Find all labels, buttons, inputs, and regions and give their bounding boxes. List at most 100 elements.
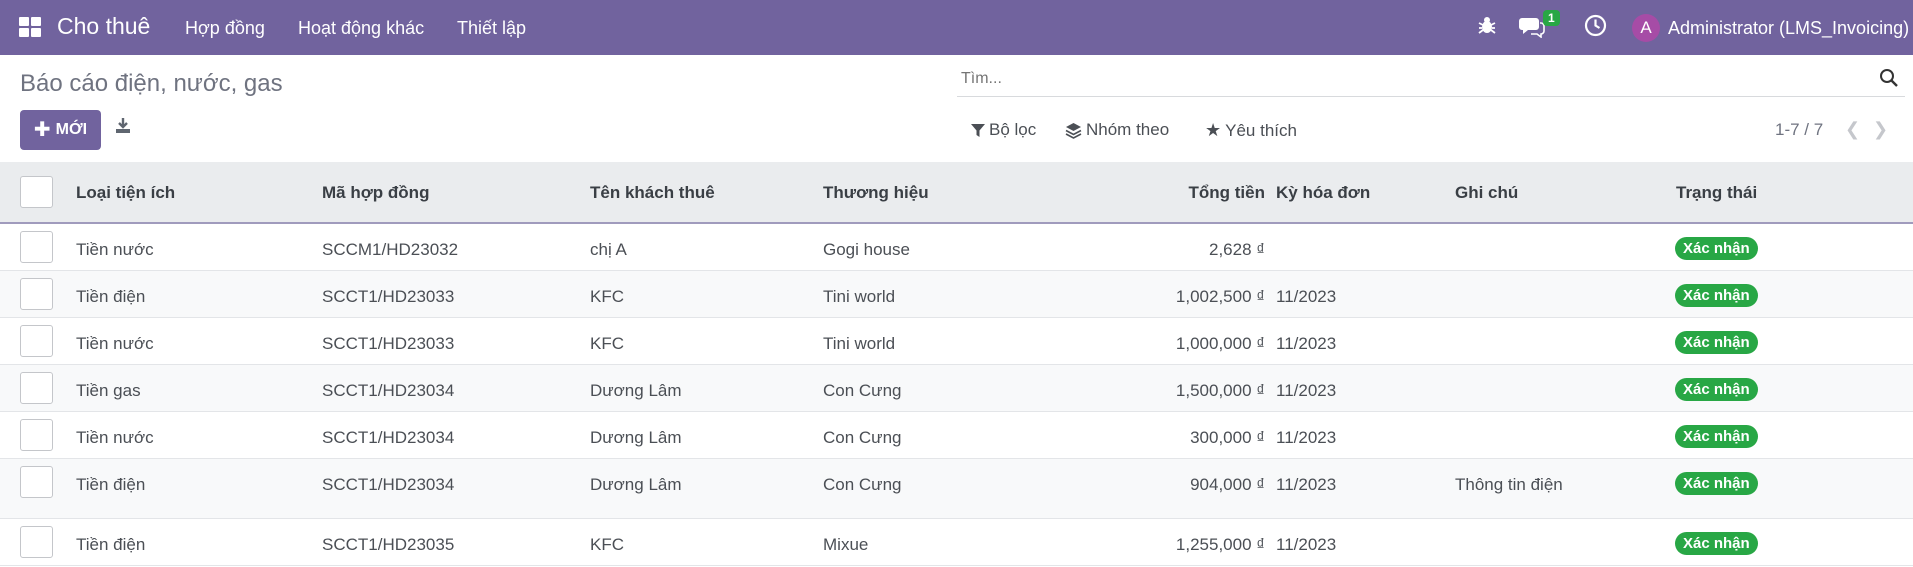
row-checkbox[interactable] bbox=[20, 372, 53, 404]
table-row[interactable]: Tiền điện SCCT1/HD23033 KFC Tini world 1,002… bbox=[0, 271, 1913, 318]
pager-value[interactable]: 1-7 / 7 bbox=[1775, 120, 1823, 140]
message-count-badge: 1 bbox=[1543, 10, 1560, 26]
favorites-label: Yêu thích bbox=[1225, 120, 1297, 140]
cell-loai-tien-ich: Tiền điện bbox=[76, 475, 146, 494]
apps-grid-icon[interactable] bbox=[19, 17, 41, 37]
search-icon[interactable] bbox=[1879, 68, 1899, 93]
cell-thuong-hieu: Tini world bbox=[823, 287, 896, 306]
group-by-label: Nhóm theo bbox=[1086, 120, 1170, 139]
cell-thuong-hieu: Con Cưng bbox=[823, 381, 902, 400]
cell-loai-tien-ich: Tiền điện bbox=[76, 535, 146, 554]
status-badge: Xác nhận bbox=[1675, 472, 1758, 495]
header-thuong-hieu[interactable]: Thương hiệu bbox=[823, 183, 929, 203]
cell-ten-khach-thue: Dương Lâm bbox=[590, 381, 682, 400]
cell-ma-hop-dong: SCCT1/HD23034 bbox=[322, 381, 455, 400]
table-row[interactable]: Tiền nước SCCT1/HD23033 KFC Tini world 1,000… bbox=[0, 318, 1913, 365]
cell-ky-hoa-don: 11/2023 bbox=[1276, 334, 1337, 353]
cell-loai-tien-ich: Tiền nước bbox=[76, 428, 154, 447]
favorites-button[interactable]: ★ Yêu thích bbox=[1205, 120, 1297, 141]
row-checkbox[interactable] bbox=[20, 419, 53, 451]
cell-loai-tien-ich: Tiền gas bbox=[76, 381, 141, 400]
row-checkbox[interactable] bbox=[20, 278, 53, 310]
cell-tong-tien: 904,000 ₫ bbox=[1190, 475, 1265, 494]
table-header: Loại tiện ích Mã hợp đồng Tên khách thuê… bbox=[0, 162, 1913, 224]
cell-thuong-hieu: Con Cưng bbox=[823, 475, 902, 494]
table-row[interactable]: Tiền nước SCCT1/HD23034 Dương Lâm Con Cưng 3… bbox=[0, 412, 1913, 459]
star-icon: ★ bbox=[1205, 120, 1222, 140]
page-title: Báo cáo điện, nước, gas bbox=[20, 70, 283, 97]
cell-ky-hoa-don: 11/2023 bbox=[1276, 535, 1337, 554]
cell-ten-khach-thue: Dương Lâm bbox=[590, 428, 682, 447]
plus-icon: ✚ bbox=[33, 119, 51, 141]
cell-ten-khach-thue: Dương Lâm bbox=[590, 475, 682, 494]
new-button-label: MỚI bbox=[55, 121, 88, 138]
new-button[interactable]: ✚ MỚI bbox=[20, 110, 101, 150]
cell-ten-khach-thue: KFC bbox=[590, 287, 624, 306]
cell-loai-tien-ich: Tiền điện bbox=[76, 287, 146, 306]
cell-ma-hop-dong: SCCT1/HD23035 bbox=[322, 535, 455, 554]
cell-tong-tien: 1,002,500 ₫ bbox=[1175, 287, 1265, 306]
table-row[interactable]: Tiền nước SCCM1/HD23032 chị A Gogi house 2,6… bbox=[0, 224, 1913, 271]
cell-tong-tien: 1,000,000 ₫ bbox=[1175, 334, 1265, 353]
header-ghi-chu[interactable]: Ghi chú bbox=[1455, 183, 1518, 203]
header-ten-khach-thue[interactable]: Tên khách thuê bbox=[590, 183, 715, 203]
cell-ma-hop-dong: SCCT1/HD23034 bbox=[322, 428, 455, 447]
row-checkbox[interactable] bbox=[20, 231, 53, 263]
download-icon[interactable] bbox=[115, 117, 131, 139]
pager-next-icon[interactable]: ❯ bbox=[1873, 119, 1888, 140]
header-tong-tien[interactable]: Tổng tiền bbox=[1095, 183, 1265, 203]
cell-thuong-hieu: Mixue bbox=[823, 535, 869, 554]
cell-ma-hop-dong: SCCT1/HD23033 bbox=[322, 334, 455, 353]
group-by-button[interactable]: Nhóm theo bbox=[1065, 120, 1169, 140]
cell-ky-hoa-don: 11/2023 bbox=[1276, 475, 1337, 494]
menu-hop-dong[interactable]: Hợp đồng bbox=[185, 18, 265, 39]
cell-ma-hop-dong: SCCM1/HD23032 bbox=[322, 240, 459, 259]
header-loai-tien-ich[interactable]: Loại tiện ích bbox=[76, 183, 175, 203]
cell-tong-tien: 1,255,000 ₫ bbox=[1175, 535, 1265, 554]
pager-prev-icon[interactable]: ❮ bbox=[1845, 119, 1860, 140]
menu-hoat-dong-khac[interactable]: Hoạt động khác bbox=[298, 18, 424, 39]
cell-tong-tien: 1,500,000 ₫ bbox=[1175, 381, 1265, 400]
search-input[interactable] bbox=[961, 70, 1841, 88]
top-navbar: Cho thuê Hợp đồng Hoạt động khác Thiết l… bbox=[0, 0, 1913, 55]
filter-icon bbox=[971, 123, 985, 137]
cell-ten-khach-thue: KFC bbox=[590, 334, 624, 353]
layers-icon bbox=[1065, 122, 1082, 139]
status-badge: Xác nhận bbox=[1675, 378, 1758, 401]
bug-icon[interactable] bbox=[1477, 14, 1497, 41]
row-checkbox[interactable] bbox=[20, 325, 53, 357]
cell-ky-hoa-don: 11/2023 bbox=[1276, 381, 1337, 400]
menu-thiet-lap[interactable]: Thiết lập bbox=[457, 18, 526, 39]
cell-ma-hop-dong: SCCT1/HD23034 bbox=[322, 475, 455, 494]
table-row[interactable]: Tiền điện SCCT1/HD23035 KFC Mixue 1,255,000 … bbox=[0, 519, 1913, 566]
cell-ky-hoa-don: 11/2023 bbox=[1276, 428, 1337, 447]
table-row[interactable]: Tiền gas SCCT1/HD23034 Dương Lâm Con Cưng 1,… bbox=[0, 365, 1913, 412]
cell-loai-tien-ich: Tiền nước bbox=[76, 334, 154, 353]
user-menu[interactable]: Administrator (LMS_Invoicing) bbox=[1668, 18, 1909, 39]
cell-loai-tien-ich: Tiền nước bbox=[76, 240, 154, 259]
cell-tong-tien: 300,000 ₫ bbox=[1190, 428, 1265, 447]
cell-thuong-hieu: Tini world bbox=[823, 334, 896, 353]
header-ky-hoa-don[interactable]: Kỳ hóa đơn bbox=[1276, 183, 1370, 203]
cell-ky-hoa-don: 11/2023 bbox=[1276, 287, 1337, 306]
avatar[interactable]: A bbox=[1632, 14, 1660, 42]
filter-button[interactable]: Bộ lọc bbox=[971, 120, 1036, 140]
header-ma-hop-dong[interactable]: Mã hợp đồng bbox=[322, 183, 429, 203]
status-badge: Xác nhận bbox=[1675, 331, 1758, 354]
row-checkbox[interactable] bbox=[20, 526, 53, 558]
status-badge: Xác nhận bbox=[1675, 425, 1758, 448]
search-bar bbox=[957, 63, 1905, 97]
chat-icon[interactable] bbox=[1519, 14, 1545, 43]
cell-thuong-hieu: Con Cưng bbox=[823, 428, 902, 447]
clock-icon[interactable] bbox=[1584, 14, 1607, 42]
row-checkbox[interactable] bbox=[20, 466, 53, 498]
cell-ma-hop-dong: SCCT1/HD23033 bbox=[322, 287, 455, 306]
table-row[interactable]: Tiền điện SCCT1/HD23034 Dương Lâm Con Cưng 9… bbox=[0, 459, 1913, 519]
cell-ten-khach-thue: KFC bbox=[590, 535, 624, 554]
status-badge: Xác nhận bbox=[1675, 237, 1758, 260]
cell-ten-khach-thue: chị A bbox=[590, 240, 627, 259]
app-brand[interactable]: Cho thuê bbox=[57, 13, 150, 40]
status-badge: Xác nhận bbox=[1675, 532, 1758, 555]
header-trang-thai[interactable]: Trạng thái bbox=[1676, 183, 1757, 203]
select-all-checkbox[interactable] bbox=[20, 176, 53, 208]
